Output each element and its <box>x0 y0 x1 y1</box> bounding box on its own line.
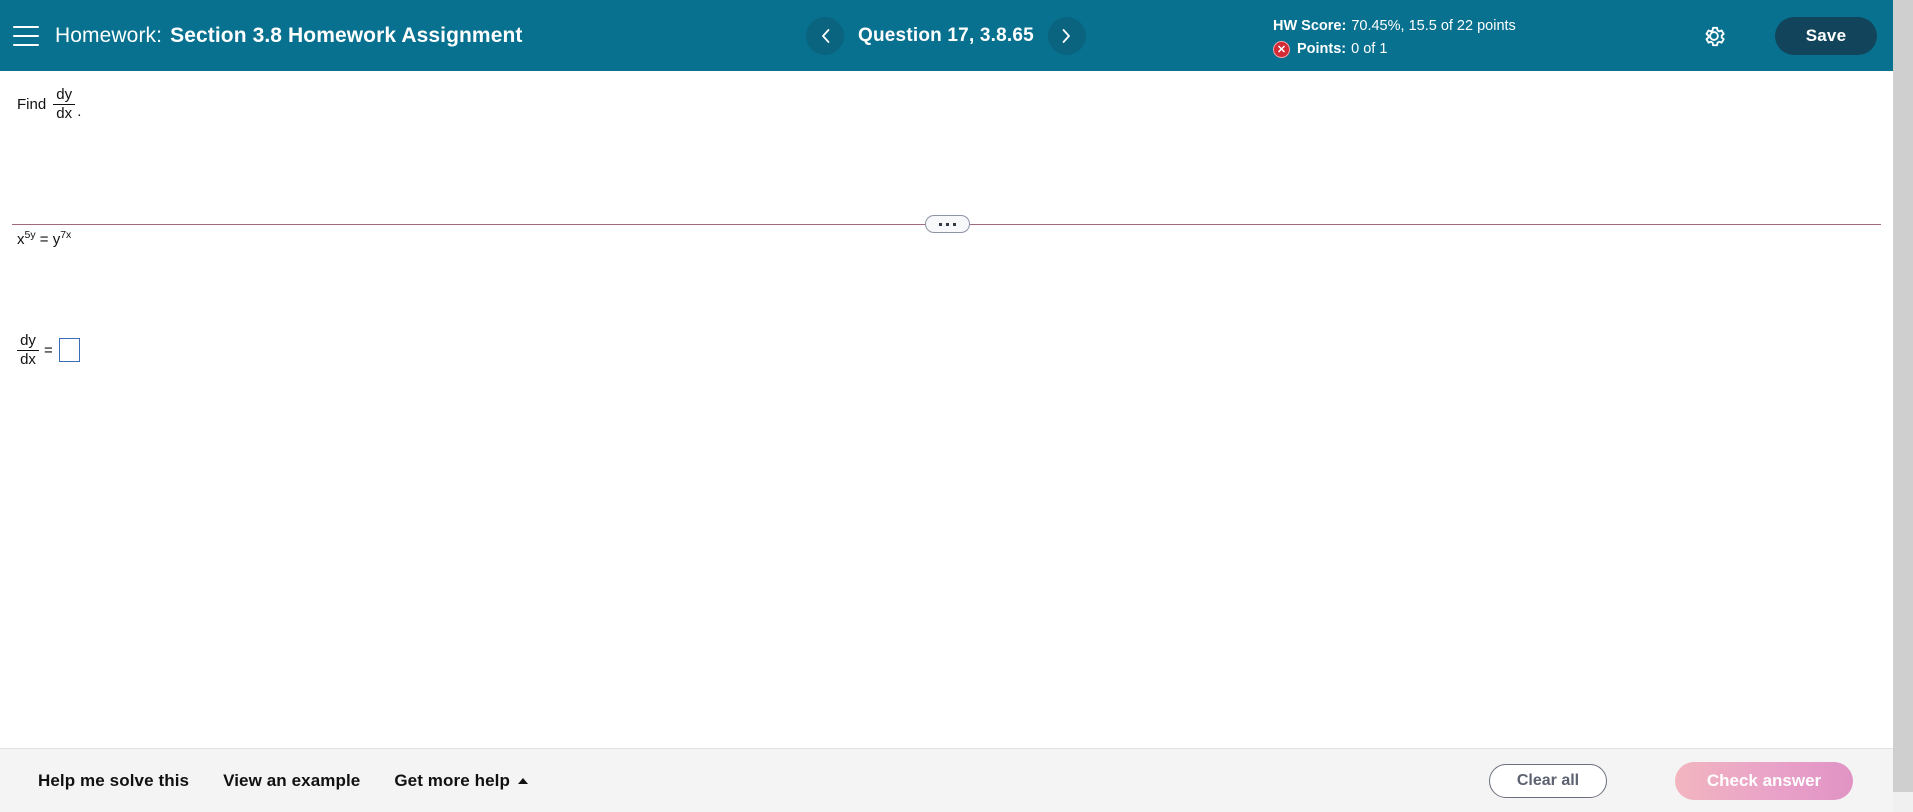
scrollbar-corner <box>1893 792 1913 812</box>
answer-entry-row: dy dx = <box>17 333 80 368</box>
handle-dot <box>953 222 956 226</box>
fraction-numerator: dy <box>20 332 36 349</box>
hamburger-line <box>13 34 39 37</box>
handle-dot <box>939 222 942 226</box>
save-button[interactable]: Save <box>1775 17 1877 55</box>
next-question-button[interactable] <box>1047 16 1086 55</box>
check-answer-button[interactable]: Check answer <box>1675 761 1853 800</box>
get-more-help-button[interactable]: Get more help <box>392 767 530 795</box>
view-an-example-button[interactable]: View an example <box>221 767 362 795</box>
previous-question-button[interactable] <box>806 16 844 55</box>
answer-equals-sign: = <box>44 341 53 359</box>
header-context-label: Homework: <box>55 23 163 47</box>
prompt-verb: Find <box>17 95 47 113</box>
hw-score-label: HW Score: <box>1273 18 1347 34</box>
question-footer-toolbar: Help me solve this View an example Get m… <box>0 748 1893 812</box>
points-label: Points: <box>1297 41 1347 57</box>
problem-prompt: Find dy dx . <box>17 87 81 122</box>
fraction-numerator: dy <box>56 86 73 103</box>
answer-actions-group: Clear all Check answer <box>1489 761 1853 800</box>
question-content-area: Find dy dx . x5y = y7x dy dx = <box>0 71 1893 748</box>
equation-lhs-base: x <box>17 231 25 248</box>
vertical-scrollbar[interactable] <box>1893 0 1913 812</box>
question-navigator: Question 17, 3.8.65 <box>806 0 1086 71</box>
app-header: Homework: Section 3.8 Homework Assignmen… <box>0 0 1893 71</box>
answer-input[interactable] <box>58 338 80 363</box>
problem-equation: x5y = y7x <box>17 229 72 248</box>
prompt-period: . <box>77 102 82 120</box>
hw-score-value: 70.45%, 15.5 of 22 points <box>1351 18 1516 34</box>
caret-up-icon <box>517 777 528 784</box>
score-summary: HW Score: 70.45%, 15.5 of 22 points ✕ Po… <box>1273 15 1516 60</box>
divider-drag-handle[interactable] <box>925 215 970 233</box>
equation-rhs-exponent: 7x <box>60 229 72 241</box>
hamburger-line <box>13 43 39 46</box>
resizable-divider <box>12 215 1881 233</box>
equation-operator: = <box>39 231 49 248</box>
answer-derivative-fraction: dy dx <box>17 333 39 368</box>
settings-button[interactable] <box>1697 19 1730 52</box>
fraction-denominator: dx <box>56 104 73 122</box>
hamburger-line <box>13 25 39 28</box>
hw-score-line: HW Score: 70.45%, 15.5 of 22 points <box>1273 15 1516 37</box>
help-me-solve-this-button[interactable]: Help me solve this <box>36 767 191 795</box>
help-links-group: Help me solve this View an example Get m… <box>36 767 530 795</box>
points-value: 0 of 1 <box>1351 41 1388 57</box>
clear-all-button[interactable]: Clear all <box>1489 763 1607 798</box>
handle-dot <box>946 222 949 226</box>
question-label: Question 17, 3.8.65 <box>858 24 1034 46</box>
prompt-derivative-fraction: dy dx <box>53 86 76 122</box>
homework-question-page: Homework: Section 3.8 Homework Assignmen… <box>0 0 1913 812</box>
get-more-help-label: Get more help <box>394 770 510 790</box>
chevron-right-icon <box>1063 28 1071 43</box>
page-title: Section 3.8 Homework Assignment <box>170 23 523 47</box>
equation-lhs-exponent: 5y <box>24 229 36 241</box>
fraction-denominator: dx <box>20 350 36 368</box>
hamburger-menu-icon[interactable] <box>13 25 39 46</box>
points-line: ✕ Points: 0 of 1 <box>1273 38 1516 60</box>
gear-icon <box>1705 26 1725 46</box>
x-circle-icon: ✕ <box>1273 40 1290 58</box>
chevron-left-icon <box>821 28 829 43</box>
